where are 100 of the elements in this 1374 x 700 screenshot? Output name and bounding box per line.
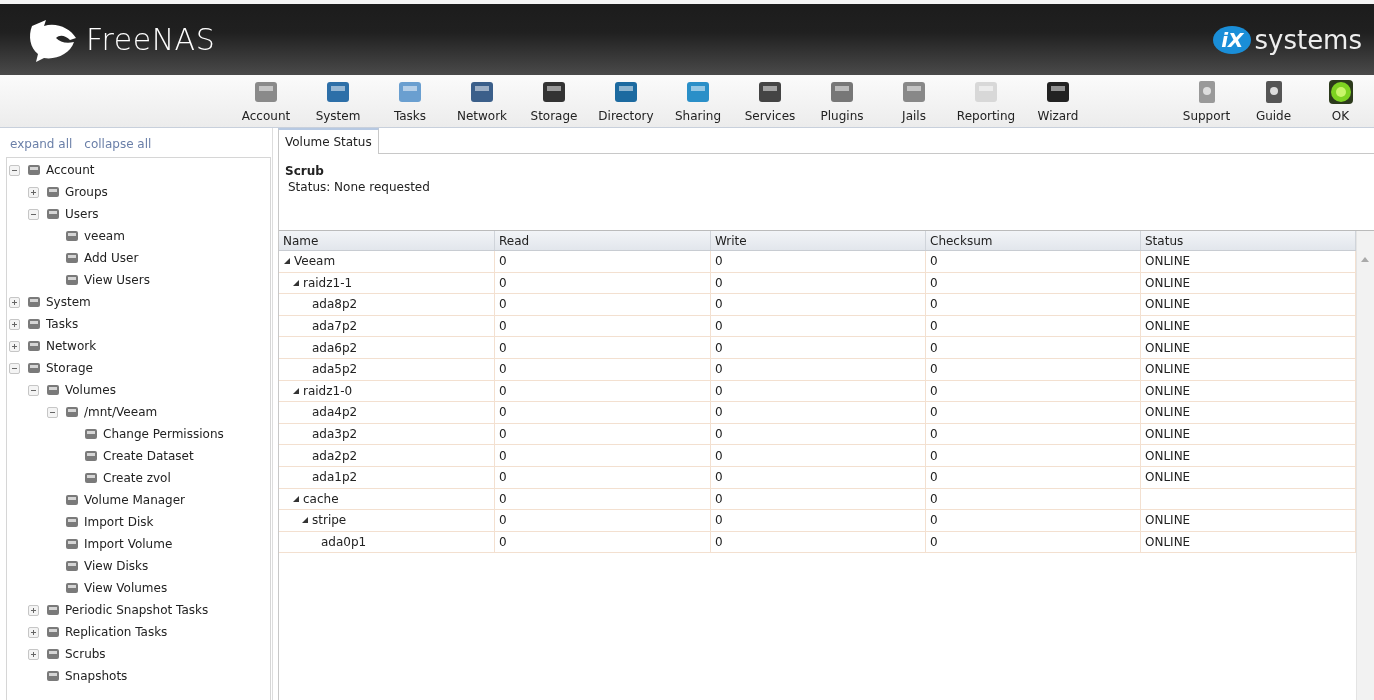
expanded-triangle-icon[interactable] — [284, 258, 290, 265]
toolbar-button[interactable]: Services — [734, 75, 806, 127]
toolbar-button[interactable]: Account — [230, 75, 302, 127]
collapse-toggle[interactable] — [9, 164, 20, 176]
tree-item[interactable]: Add User — [84, 251, 139, 265]
tree-item[interactable]: Groups — [65, 185, 108, 199]
tree-item[interactable]: Change Permissions — [103, 427, 224, 441]
tree-item[interactable]: Periodic Snapshot Tasks — [65, 603, 209, 617]
collapse-toggle[interactable] — [28, 384, 39, 396]
table-cell: 0 — [926, 294, 1141, 315]
tree-item[interactable]: Scrubs — [65, 647, 106, 661]
module-icon — [84, 471, 98, 485]
tree-item[interactable]: System — [46, 295, 91, 309]
expand-toggle[interactable] — [9, 296, 20, 308]
name-text: ada6p2 — [312, 340, 358, 355]
toolbar-button[interactable]: Wizard — [1022, 75, 1094, 127]
toolbar-button[interactable]: Plugins — [806, 75, 878, 127]
toolbar-button[interactable]: OK — [1307, 75, 1374, 127]
expand-toggle[interactable] — [9, 318, 20, 330]
toolbar-button[interactable]: System — [302, 75, 374, 127]
toolbar-icon — [613, 79, 639, 105]
expand-toggle[interactable] — [28, 648, 39, 660]
toolbar-icon — [973, 79, 999, 105]
toolbar-icon — [901, 79, 927, 105]
module-icon — [27, 339, 41, 353]
expanded-triangle-icon[interactable] — [293, 279, 299, 286]
module-icon — [65, 273, 79, 287]
column-header[interactable]: Checksum — [926, 231, 1141, 250]
tree-item[interactable]: /mnt/Veeam — [84, 405, 158, 419]
column-header[interactable]: Write — [711, 231, 926, 250]
expand-toggle[interactable] — [9, 340, 20, 352]
tree-item[interactable]: Import Volume — [84, 537, 173, 551]
collapse-toggle[interactable] — [28, 208, 39, 220]
toolbar-button[interactable]: Tasks — [374, 75, 446, 127]
tree-item[interactable]: View Disks — [84, 559, 149, 573]
name-text: raidz1-0 — [303, 383, 353, 398]
tree-item[interactable]: Tasks — [46, 317, 79, 331]
toolbar-button[interactable]: Sharing — [662, 75, 734, 127]
toolbar-button[interactable]: Guide — [1240, 75, 1307, 127]
tree-item[interactable]: Replication Tasks — [65, 625, 168, 639]
toolbar-button[interactable]: Storage — [518, 75, 590, 127]
expanded-triangle-icon[interactable] — [302, 517, 308, 524]
tree-item[interactable]: View Volumes — [84, 581, 168, 595]
tree-item[interactable]: Import Disk — [84, 515, 154, 529]
toolbar-icon — [1045, 79, 1071, 105]
expand-toggle[interactable] — [28, 626, 39, 638]
table-cell: 0 — [495, 423, 711, 445]
tree-item[interactable]: Volumes — [65, 383, 116, 397]
tree-action-link[interactable]: expand all — [10, 137, 73, 151]
table-cell: 0 — [711, 315, 926, 337]
section-title: Scrub — [285, 164, 325, 178]
table-cell: 0 — [926, 466, 1141, 488]
module-icon — [46, 383, 60, 397]
module-icon — [65, 515, 79, 529]
table-cell: 0 — [495, 315, 711, 337]
toolbar-button[interactable]: Directory — [590, 75, 662, 127]
name-text: ada1p2 — [312, 470, 358, 485]
expand-toggle[interactable] — [28, 604, 39, 616]
tree-item[interactable]: Network — [46, 339, 97, 353]
module-icon — [27, 317, 41, 331]
module-icon — [84, 427, 98, 441]
tree-item[interactable]: veeam — [84, 229, 125, 243]
tree-item[interactable]: Volume Manager — [84, 493, 186, 507]
tree-item[interactable]: View Users — [84, 273, 150, 287]
tree-item[interactable]: Users — [65, 207, 99, 221]
tree-action-link[interactable]: collapse all — [84, 137, 152, 151]
tree-item[interactable]: Account — [46, 163, 95, 177]
scrollbar[interactable] — [1356, 231, 1374, 700]
module-icon — [27, 163, 41, 177]
toolbar-button[interactable]: Support — [1173, 75, 1240, 127]
toolbar-button[interactable]: Reporting — [950, 75, 1022, 127]
column-header[interactable]: Read — [495, 231, 711, 250]
table-cell: 0 — [711, 402, 926, 423]
toolbar-button[interactable]: Jails — [878, 75, 950, 127]
toolbar-icon — [829, 79, 855, 105]
collapse-toggle[interactable] — [47, 406, 58, 418]
tree-item[interactable]: Create zvol — [103, 471, 171, 485]
table-cell: 0 — [926, 380, 1141, 402]
tree-item[interactable]: Snapshots — [65, 669, 128, 683]
module-icon — [65, 229, 79, 243]
table-cell: 0 — [495, 488, 711, 510]
expanded-triangle-icon[interactable] — [293, 387, 299, 394]
expanded-triangle-icon[interactable] — [293, 495, 299, 502]
toolbar-icon — [685, 79, 711, 105]
toolbar-icon — [469, 79, 495, 105]
toolbar-icon — [325, 79, 351, 105]
table-cell: 0 — [495, 272, 711, 294]
scrub-status-text: Status: None requested — [287, 180, 431, 194]
tree-item[interactable]: Storage — [46, 361, 93, 375]
module-icon — [46, 625, 60, 639]
column-header[interactable]: Name — [279, 231, 495, 250]
collapse-toggle[interactable] — [9, 362, 20, 374]
expand-toggle[interactable] — [28, 186, 39, 198]
table-cell: 0 — [926, 423, 1141, 445]
vendor-name: systems — [1254, 24, 1362, 55]
tree-item[interactable]: Create Dataset — [103, 449, 194, 463]
module-icon — [65, 405, 79, 419]
tab[interactable]: Volume Status — [278, 128, 379, 154]
module-icon — [46, 185, 60, 199]
toolbar-button[interactable]: Network — [446, 75, 518, 127]
